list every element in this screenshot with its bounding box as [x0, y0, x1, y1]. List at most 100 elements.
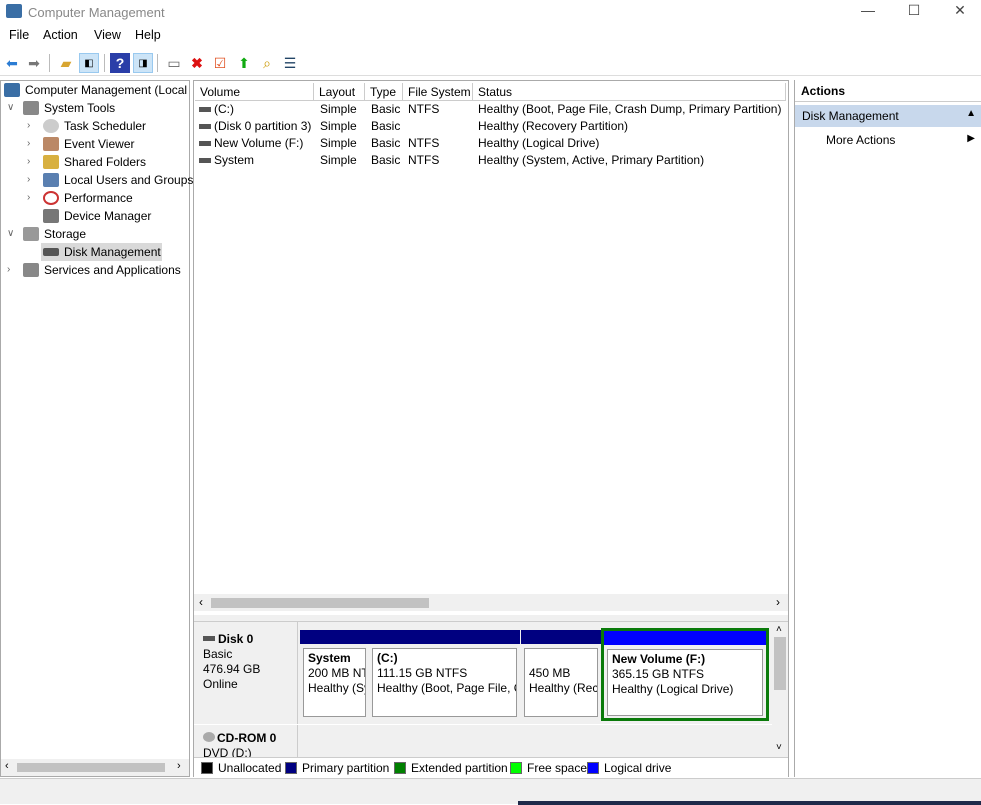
cell-layout: Simple	[320, 119, 357, 133]
tree-item-task-scheduler[interactable]: › Task Scheduler	[27, 117, 187, 135]
partition-bar	[369, 630, 520, 644]
tree-item-system-tools[interactable]: ∨ System Tools	[7, 99, 187, 117]
disk-icon	[203, 636, 215, 641]
tree-item-disk-management[interactable]: Disk Management	[41, 243, 162, 261]
chevron-right-icon[interactable]: ›	[27, 189, 39, 207]
cell-status: Healthy (Logical Drive)	[478, 136, 600, 150]
volume-icon	[199, 158, 211, 163]
volume-icon	[199, 107, 211, 112]
chevron-right-icon[interactable]: ›	[27, 153, 39, 171]
actions-section-disk-management[interactable]: Disk Management ▲	[795, 105, 981, 127]
minimize-button[interactable]: —	[845, 2, 891, 22]
legend-item: Free space	[510, 761, 587, 775]
column-layout[interactable]: Layout	[314, 83, 365, 101]
chevron-down-icon[interactable]: ∨	[7, 225, 19, 243]
cdrom-0-label[interactable]: CD-ROM 0 DVD (D:)	[194, 725, 298, 758]
menu-view[interactable]: View	[94, 28, 121, 42]
partition-size: 450 MB	[529, 666, 571, 680]
cell-layout: Simple	[320, 153, 357, 167]
partition-size: 200 MB NTFS	[308, 666, 365, 680]
tree-item-event-viewer[interactable]: › Event Viewer	[27, 135, 187, 153]
partition-block[interactable]: (C:) 111.15 GB NTFS Healthy (Boot, Page Fi…	[369, 630, 520, 719]
partition-block[interactable]: 450 MBHealthy (Recovery Partition)	[521, 630, 601, 719]
partition-name	[529, 651, 593, 666]
actions-title: Actions	[795, 80, 981, 102]
partition-status: Healthy (Boot, Page File, Crash Dump, Pr…	[377, 681, 516, 695]
chevron-down-icon[interactable]: ∨	[7, 99, 19, 117]
cell-file-system: NTFS	[408, 136, 440, 150]
cell-file-system: NTFS	[408, 153, 440, 167]
collapse-icon[interactable]: ▲	[966, 108, 976, 119]
volume-icon	[199, 124, 211, 129]
import-icon[interactable]: ⬆	[234, 53, 254, 73]
legend: Unallocated Primary partition Extended par…	[194, 757, 788, 777]
search-icon[interactable]: ⌕	[257, 53, 277, 73]
show-hide-action-pane-icon[interactable]: ◨	[133, 53, 153, 73]
chevron-right-icon[interactable]: ›	[7, 261, 19, 279]
chevron-right-icon[interactable]: ›	[27, 171, 39, 189]
tree-item-local-users-groups[interactable]: › Local Users and Groups	[27, 171, 193, 189]
column-status[interactable]: Status	[473, 83, 786, 101]
toolbar: ⬅ ➡ ▰ ◧ ? ◨ ▭ ✖ ☑ ⬆ ⌕ ☰	[0, 50, 981, 76]
cdrom-area	[298, 725, 772, 758]
cell-volume: New Volume (F:)	[214, 136, 304, 150]
cell-type: Basic	[371, 102, 401, 116]
cell-layout: Simple	[320, 136, 357, 150]
tree-item-shared-folders[interactable]: › Shared Folders	[27, 153, 187, 171]
table-row[interactable]: System Simple Basic NTFS Healthy (System, Ac…	[194, 152, 784, 169]
back-icon[interactable]: ⬅	[2, 53, 22, 73]
connect-drive-icon[interactable]: ▭	[164, 53, 184, 73]
tree-item-performance[interactable]: › Performance	[27, 189, 187, 207]
disk-icon	[43, 248, 59, 256]
table-row[interactable]: (Disk 0 partition 3) Simple Basic Healthy (…	[194, 118, 784, 135]
cell-volume: System	[214, 153, 255, 167]
show-hide-tree-icon[interactable]: ◧	[79, 53, 99, 73]
partition-status: Healthy (Recovery Partition)	[529, 681, 598, 695]
disk-0-label[interactable]: Disk 0 Basic 476.94 GB Online	[194, 622, 298, 724]
legend-item: Primary partition	[285, 761, 389, 775]
table-row[interactable]: New Volume (F:) Simple Basic NTFS Healthy (L…	[194, 135, 784, 152]
column-file-system[interactable]: File System	[403, 83, 473, 101]
legend-item: Unallocated	[201, 761, 281, 775]
computer-icon	[4, 83, 20, 97]
legend-swatch	[510, 762, 522, 774]
legend-swatch	[285, 762, 297, 774]
close-button[interactable]: ✕	[937, 2, 981, 22]
cell-layout: Simple	[320, 102, 357, 116]
partition-size: 111.15 GB NTFS	[377, 666, 468, 680]
column-volume[interactable]: Volume	[195, 83, 314, 101]
status-bar	[0, 778, 981, 805]
menu-file[interactable]: File	[9, 28, 29, 42]
cd-drive-icon	[203, 732, 215, 742]
cell-status: Healthy (Recovery Partition)	[478, 119, 629, 133]
tree-item-storage[interactable]: ∨ Storage	[7, 225, 187, 243]
computer-management-icon	[6, 4, 22, 18]
disk-graphical-view: Disk 0 Basic 476.94 GB Online System 200 …	[194, 621, 788, 758]
column-type[interactable]: Type	[365, 83, 403, 101]
help-icon[interactable]: ?	[110, 53, 130, 73]
more-actions-item[interactable]: More Actions ▶	[795, 130, 981, 150]
tree-item-services-applications[interactable]: › Services and Applications	[7, 261, 187, 279]
storage-icon	[23, 227, 39, 241]
settings-list-icon[interactable]: ☰	[280, 53, 300, 73]
table-row[interactable]: (C:) Simple Basic NTFS Healthy (Boot, Page F…	[194, 101, 784, 118]
partition-block[interactable]: System200 MB NTFSHealthy (System, Active…	[300, 630, 369, 719]
forward-icon[interactable]: ➡	[24, 53, 44, 73]
maximize-button[interactable]: ☐	[891, 2, 937, 22]
up-folder-icon[interactable]: ▰	[56, 53, 76, 73]
tree-item-device-manager[interactable]: Device Manager	[27, 207, 187, 225]
legend-item: Extended partition	[394, 761, 508, 775]
window-title: Computer Management	[28, 5, 165, 20]
menu-help[interactable]: Help	[135, 28, 161, 42]
partition-block[interactable]: New Volume (F:) 365.15 GB NTFS Healthy (Lo…	[601, 628, 769, 721]
menu-action[interactable]: Action	[43, 28, 78, 42]
delete-icon[interactable]: ✖	[187, 53, 207, 73]
cell-type: Basic	[371, 153, 401, 167]
cell-volume: (C:)	[214, 102, 234, 116]
chevron-right-icon[interactable]: ›	[27, 135, 39, 153]
horizontal-scrollbar[interactable]: ‹ ›	[194, 594, 788, 611]
chevron-right-icon[interactable]: ›	[27, 117, 39, 135]
vertical-scrollbar[interactable]: ˄ ˅	[772, 622, 788, 758]
left-horizontal-scrollbar[interactable]: ‹ ›	[1, 759, 189, 776]
properties-icon[interactable]: ☑	[210, 53, 230, 73]
